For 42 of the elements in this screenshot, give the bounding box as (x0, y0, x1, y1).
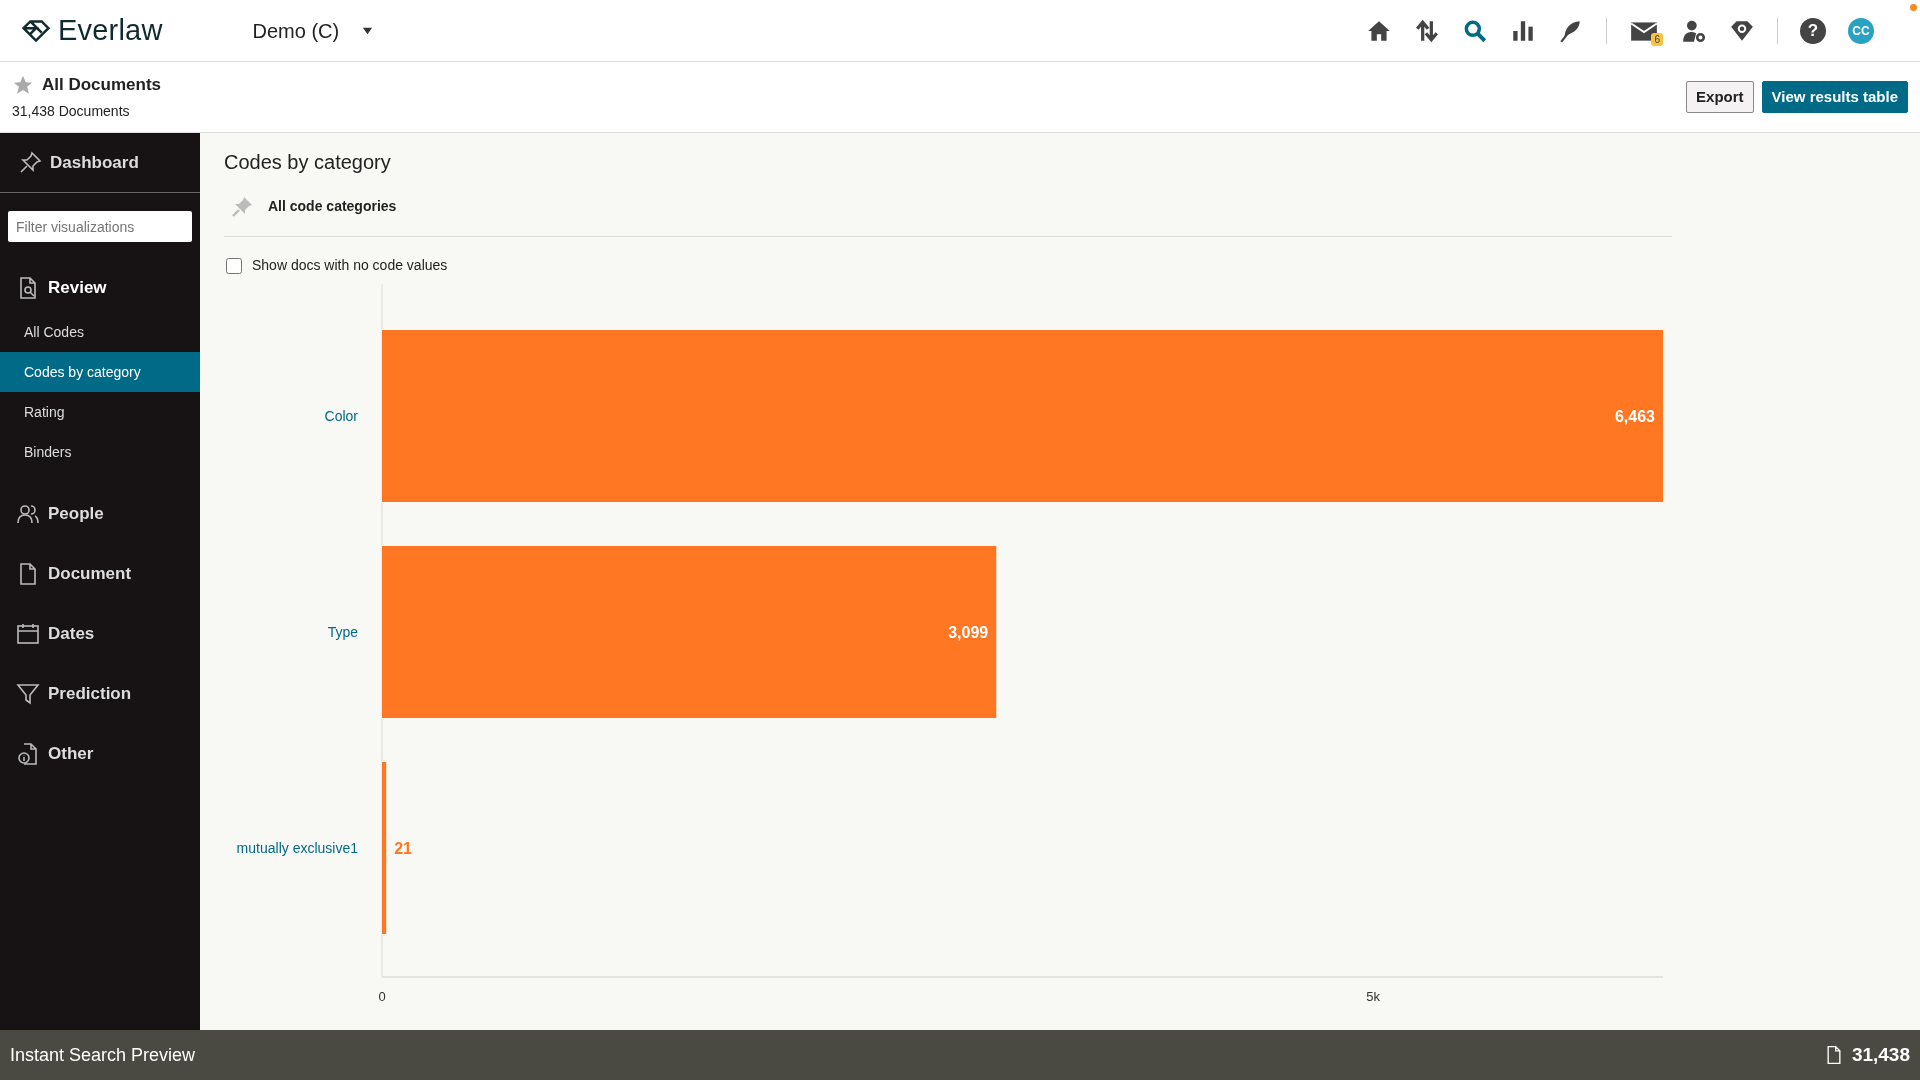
filter-field[interactable]: Filter visualizations (8, 211, 192, 242)
axis-tick-label: 5k (1366, 989, 1380, 1004)
category-link[interactable]: mutually exclusive1 (236, 840, 358, 856)
axis-tick-label: 0 (378, 989, 386, 1004)
result-count: 31,438 (1851, 1042, 1910, 1067)
caret-icon[interactable] (361, 25, 375, 36)
panel-title: Codes by category (224, 150, 392, 175)
prediction-icon (16, 682, 40, 706)
help-button[interactable]: ? (1800, 17, 1826, 44)
app-logo: Everlaw (58, 12, 163, 48)
notification-count: 6 (1651, 32, 1663, 46)
checkbox[interactable] (226, 257, 242, 274)
sidebar-item[interactable]: Rating (0, 392, 200, 432)
sidebar-section[interactable]: Dates (0, 604, 200, 664)
sidebar-section[interactable]: Other (0, 724, 200, 784)
value-label: 6,463 (1614, 408, 1655, 425)
people-icon (16, 502, 40, 526)
sidebar-section[interactable]: Document (0, 544, 200, 604)
search-title: All Documents (42, 73, 162, 96)
checkbox-label: Show docs with no code values (252, 256, 448, 275)
sidebar-item[interactable]: All Codes (0, 312, 200, 352)
notification-dot (1910, 4, 1917, 11)
view-results-button[interactable]: View results table (1761, 80, 1908, 114)
category-link[interactable]: Color (324, 408, 358, 424)
sidebar-section[interactable]: Prediction (0, 664, 200, 724)
sidebar-item[interactable]: Binders (0, 432, 200, 472)
export-button[interactable]: Export (1686, 80, 1754, 114)
document-count: 31,438 Documents (12, 102, 131, 122)
category-link[interactable]: Type (327, 624, 358, 640)
sidebar-section[interactable]: People (0, 484, 200, 544)
project-name[interactable]: Demo (C) (252, 15, 340, 46)
other-icon (16, 742, 40, 766)
value-label: 3,099 (948, 624, 989, 641)
pinned-label: All code categories (268, 197, 397, 216)
diamond-logo-icon (20, 17, 52, 44)
dates-icon (16, 622, 40, 646)
sidebar-item[interactable]: Codes by category (0, 352, 200, 392)
value-label: 21 (394, 840, 412, 857)
sidebar-section[interactable]: Review (0, 264, 200, 312)
up-down-arrows-icon (1414, 17, 1440, 44)
status-label: Instant Search Preview (10, 1043, 196, 1067)
pin-icon (18, 150, 42, 175)
